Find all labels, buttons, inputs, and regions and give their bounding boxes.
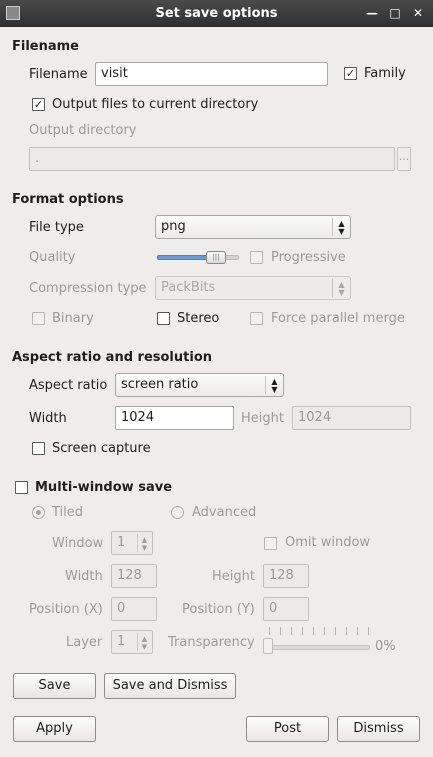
output-current-dir-label: Output files to current directory bbox=[52, 97, 259, 112]
filename-heading: Filename bbox=[12, 39, 79, 54]
browse-button[interactable]: ... bbox=[397, 147, 411, 171]
transparency-value: 0% bbox=[375, 639, 396, 654]
width-label: Width bbox=[29, 411, 67, 426]
binary-checkbox[interactable] bbox=[32, 312, 45, 325]
position-y-label: Position (Y) bbox=[182, 602, 255, 617]
quality-label: Quality bbox=[29, 250, 76, 265]
filename-input[interactable]: visit bbox=[95, 62, 328, 86]
force-parallel-merge-label: Force parallel merge bbox=[271, 311, 405, 326]
post-button[interactable]: Post bbox=[246, 716, 329, 742]
minimize-icon[interactable]: — bbox=[363, 4, 381, 22]
file-type-label: File type bbox=[29, 220, 84, 235]
filename-label: Filename bbox=[29, 67, 88, 82]
aspect-ratio-value: screen ratio bbox=[121, 377, 199, 392]
height-label: Height bbox=[241, 411, 284, 426]
stereo-label: Stereo bbox=[177, 311, 220, 326]
omit-window-label: Omit window bbox=[285, 535, 371, 550]
advanced-label: Advanced bbox=[192, 505, 257, 520]
transparency-ticks bbox=[269, 627, 369, 635]
mw-height-label: Height bbox=[212, 569, 255, 584]
position-x-input[interactable]: 0 bbox=[111, 597, 157, 621]
transparency-slider-handle[interactable] bbox=[263, 638, 273, 654]
tiled-label: Tiled bbox=[52, 505, 84, 520]
title-bar: Set save options — □ ✕ bbox=[0, 0, 433, 27]
multi-window-save-checkbox[interactable] bbox=[15, 481, 28, 494]
force-parallel-merge-checkbox[interactable] bbox=[250, 312, 263, 325]
layer-value: 1 bbox=[117, 634, 126, 649]
window-label: Window bbox=[52, 536, 104, 551]
multi-window-save-heading: Multi-window save bbox=[35, 480, 173, 495]
maximize-icon[interactable]: □ bbox=[386, 4, 404, 22]
position-y-input[interactable]: 0 bbox=[263, 597, 309, 621]
progressive-checkbox[interactable] bbox=[250, 251, 263, 264]
transparency-slider-track bbox=[268, 645, 370, 650]
layer-spinbox[interactable]: 1 ▲ ▼ bbox=[111, 630, 153, 654]
transparency-label: Transparency bbox=[168, 635, 255, 650]
chevron-updown-icon: ▲ ▼ bbox=[332, 279, 350, 297]
omit-window-checkbox[interactable] bbox=[264, 537, 277, 550]
screen-capture-label: Screen capture bbox=[52, 441, 151, 456]
chevron-updown-icon: ▲ ▼ bbox=[137, 534, 151, 552]
dismiss-button[interactable]: Dismiss bbox=[337, 716, 420, 742]
apply-button[interactable]: Apply bbox=[13, 716, 96, 742]
chevron-updown-icon: ▲ ▼ bbox=[137, 633, 151, 651]
mw-height-input[interactable]: 128 bbox=[263, 564, 309, 588]
tiled-radio[interactable] bbox=[32, 506, 45, 519]
output-current-dir-checkbox[interactable]: ✓ bbox=[32, 98, 45, 111]
chevron-updown-icon: ▲ ▼ bbox=[265, 376, 283, 394]
file-type-select[interactable]: png ▲ ▼ bbox=[155, 215, 351, 239]
file-type-value: png bbox=[161, 219, 186, 234]
compression-type-value: PackBits bbox=[161, 280, 216, 295]
stereo-checkbox[interactable] bbox=[157, 312, 170, 325]
close-icon[interactable]: ✕ bbox=[409, 4, 427, 22]
quality-slider-handle[interactable]: ||| bbox=[206, 251, 226, 264]
progressive-label: Progressive bbox=[271, 250, 346, 265]
aspect-ratio-select[interactable]: screen ratio ▲ ▼ bbox=[115, 373, 284, 397]
binary-label: Binary bbox=[52, 311, 94, 326]
output-directory-label: Output directory bbox=[29, 123, 137, 138]
position-x-label: Position (X) bbox=[29, 602, 103, 617]
mw-width-input[interactable]: 128 bbox=[111, 564, 157, 588]
format-options-heading: Format options bbox=[12, 192, 124, 207]
output-directory-input[interactable]: . bbox=[29, 147, 395, 171]
aspect-ratio-label: Aspect ratio bbox=[29, 378, 108, 393]
family-label: Family bbox=[364, 66, 406, 81]
compression-type-label: Compression type bbox=[29, 281, 147, 296]
height-input[interactable]: 1024 bbox=[292, 406, 411, 430]
advanced-radio[interactable] bbox=[171, 506, 184, 519]
layer-label: Layer bbox=[66, 635, 103, 650]
chevron-updown-icon: ▲ ▼ bbox=[332, 218, 350, 236]
window-value: 1 bbox=[117, 535, 126, 550]
aspect-ratio-heading: Aspect ratio and resolution bbox=[12, 350, 213, 365]
save-options-dialog: Set save options — □ ✕ Filename Filename… bbox=[0, 0, 433, 757]
compression-type-select[interactable]: PackBits ▲ ▼ bbox=[155, 276, 351, 300]
screen-capture-checkbox[interactable] bbox=[32, 442, 45, 455]
save-and-dismiss-button[interactable]: Save and Dismiss bbox=[104, 673, 236, 699]
mw-width-label: Width bbox=[65, 569, 103, 584]
width-input[interactable]: 1024 bbox=[115, 406, 234, 430]
save-button[interactable]: Save bbox=[13, 673, 96, 699]
family-checkbox[interactable]: ✓ bbox=[344, 67, 357, 80]
window-spinbox[interactable]: 1 ▲ ▼ bbox=[111, 531, 153, 555]
